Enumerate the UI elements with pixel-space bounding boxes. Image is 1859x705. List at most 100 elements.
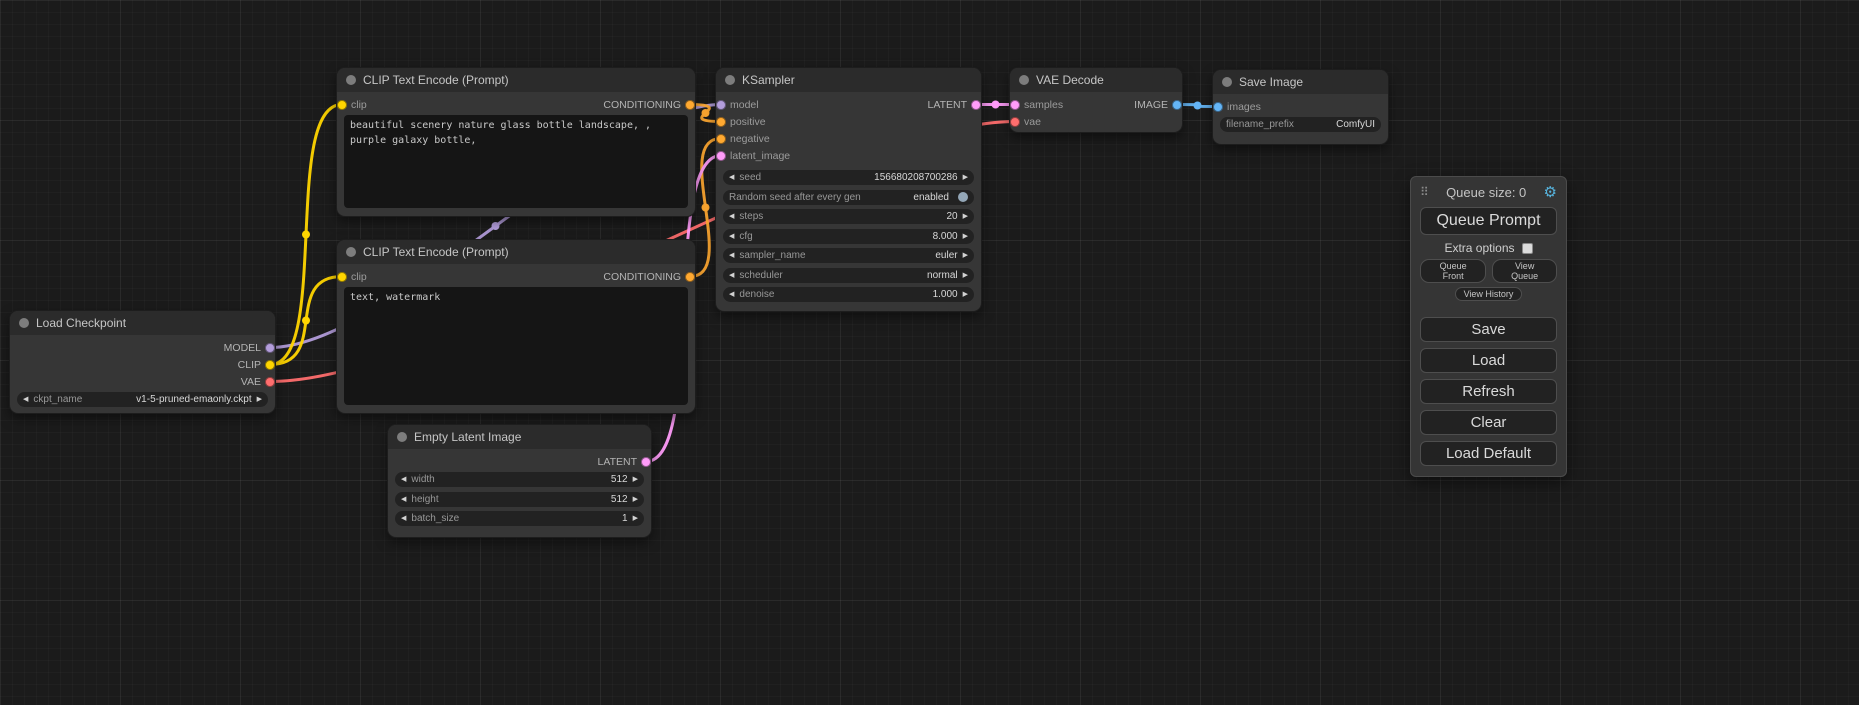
cfg-widget[interactable]: ◀ cfg 8.000 ▶ <box>723 229 974 244</box>
scheduler-widget[interactable]: ◀ scheduler normal ▶ <box>723 268 974 283</box>
node-save-image[interactable]: Save Image images filename_prefix ComfyU… <box>1213 70 1388 144</box>
clip-input-dot[interactable] <box>337 100 347 110</box>
clip-output-dot[interactable] <box>265 360 275 370</box>
view-history-button[interactable]: View History <box>1455 287 1523 301</box>
node-title-bar[interactable]: KSampler <box>716 68 981 92</box>
node-ksampler[interactable]: KSampler model LATENT positive negative … <box>716 68 981 311</box>
widget-value[interactable]: 156680208700286 <box>874 172 957 183</box>
node-title-bar[interactable]: VAE Decode <box>1010 68 1182 92</box>
increment-arrow-icon[interactable]: ▶ <box>963 213 968 220</box>
widget-value[interactable]: 512 <box>611 494 628 505</box>
view-queue-button[interactable]: View Queue <box>1492 259 1557 283</box>
widget-label: steps <box>739 211 763 222</box>
model-output-dot[interactable] <box>265 343 275 353</box>
decrement-arrow-icon[interactable]: ◀ <box>401 496 406 503</box>
node-empty-latent-image[interactable]: Empty Latent Image LATENT ◀ width 512 ▶ … <box>388 425 651 537</box>
filename-prefix-widget[interactable]: filename_prefix ComfyUI <box>1220 117 1381 132</box>
queue-prompt-button[interactable]: Queue Prompt <box>1420 207 1557 235</box>
node-title-bar[interactable]: CLIP Text Encode (Prompt) <box>337 68 695 92</box>
vae-input-dot[interactable] <box>1010 117 1020 127</box>
latent-output-dot[interactable] <box>641 457 651 467</box>
latent-image-input-dot[interactable] <box>716 151 726 161</box>
increment-arrow-icon[interactable]: ▶ <box>963 252 968 259</box>
widget-value[interactable]: 1.000 <box>933 289 958 300</box>
vae-output-dot[interactable] <box>265 377 275 387</box>
widget-value[interactable]: ComfyUI <box>1336 119 1375 130</box>
node-load-checkpoint[interactable]: Load Checkpoint MODEL CLIP VAE ◀ ckpt_na… <box>10 311 275 413</box>
latent-output-dot[interactable] <box>971 100 981 110</box>
node-title-bar[interactable]: Save Image <box>1213 70 1388 94</box>
node-status-dot-icon[interactable] <box>397 432 407 442</box>
random-seed-toggle-widget[interactable]: Random seed after every gen enabled <box>723 190 974 205</box>
ckpt-name-widget[interactable]: ◀ ckpt_name v1-5-pruned-emaonly.ckpt ▶ <box>17 392 268 407</box>
images-input-dot[interactable] <box>1213 102 1223 112</box>
queue-buttons-row: Queue Front View Queue <box>1420 259 1557 283</box>
decrement-arrow-icon[interactable]: ◀ <box>729 252 734 259</box>
increment-arrow-icon[interactable]: ▶ <box>257 396 262 403</box>
widget-value[interactable]: v1-5-pruned-emaonly.ckpt <box>136 394 251 405</box>
increment-arrow-icon[interactable]: ▶ <box>633 496 638 503</box>
increment-arrow-icon[interactable]: ▶ <box>963 233 968 240</box>
refresh-button[interactable]: Refresh <box>1420 379 1557 404</box>
height-widget[interactable]: ◀ height 512 ▶ <box>395 492 644 507</box>
node-status-dot-icon[interactable] <box>346 247 356 257</box>
increment-arrow-icon[interactable]: ▶ <box>963 291 968 298</box>
widget-value[interactable]: normal <box>927 270 958 281</box>
image-output-dot[interactable] <box>1172 100 1182 110</box>
node-status-dot-icon[interactable] <box>1019 75 1029 85</box>
steps-widget[interactable]: ◀ steps 20 ▶ <box>723 209 974 224</box>
sampler-name-widget[interactable]: ◀ sampler_name euler ▶ <box>723 248 974 263</box>
clip-input-dot[interactable] <box>337 272 347 282</box>
decrement-arrow-icon[interactable]: ◀ <box>729 291 734 298</box>
positive-input-dot[interactable] <box>716 117 726 127</box>
conditioning-output-dot[interactable] <box>685 100 695 110</box>
load-button[interactable]: Load <box>1420 348 1557 373</box>
extra-options-checkbox[interactable] <box>1522 243 1533 254</box>
widget-value[interactable]: 1 <box>622 513 628 524</box>
decrement-arrow-icon[interactable]: ◀ <box>23 396 28 403</box>
negative-prompt-textarea[interactable]: text, watermark <box>344 287 688 405</box>
clear-button[interactable]: Clear <box>1420 410 1557 435</box>
node-status-dot-icon[interactable] <box>19 318 29 328</box>
widget-value[interactable]: 512 <box>611 474 628 485</box>
samples-input-dot[interactable] <box>1010 100 1020 110</box>
node-title-bar[interactable]: Empty Latent Image <box>388 425 651 449</box>
width-widget[interactable]: ◀ width 512 ▶ <box>395 472 644 487</box>
decrement-arrow-icon[interactable]: ◀ <box>401 515 406 522</box>
node-clip-text-encode-positive[interactable]: CLIP Text Encode (Prompt) clip CONDITION… <box>337 68 695 216</box>
widget-value[interactable]: 20 <box>946 211 957 222</box>
node-title-bar[interactable]: CLIP Text Encode (Prompt) <box>337 240 695 264</box>
extra-options-row: Extra options <box>1420 241 1557 255</box>
decrement-arrow-icon[interactable]: ◀ <box>729 213 734 220</box>
batch-size-widget[interactable]: ◀ batch_size 1 ▶ <box>395 511 644 526</box>
denoise-widget[interactable]: ◀ denoise 1.000 ▶ <box>723 287 974 302</box>
increment-arrow-icon[interactable]: ▶ <box>633 476 638 483</box>
decrement-arrow-icon[interactable]: ◀ <box>729 272 734 279</box>
decrement-arrow-icon[interactable]: ◀ <box>729 233 734 240</box>
node-status-dot-icon[interactable] <box>725 75 735 85</box>
negative-input-dot[interactable] <box>716 134 726 144</box>
node-clip-text-encode-negative[interactable]: CLIP Text Encode (Prompt) clip CONDITION… <box>337 240 695 413</box>
decrement-arrow-icon[interactable]: ◀ <box>401 476 406 483</box>
increment-arrow-icon[interactable]: ▶ <box>963 272 968 279</box>
settings-gear-icon[interactable]: ⚙ <box>1544 183 1557 201</box>
widget-value[interactable]: euler <box>935 250 957 261</box>
decrement-arrow-icon[interactable]: ◀ <box>729 174 734 181</box>
widget-value[interactable]: 8.000 <box>933 231 958 242</box>
positive-prompt-textarea[interactable]: beautiful scenery nature glass bottle la… <box>344 115 688 208</box>
queue-front-button[interactable]: Queue Front <box>1420 259 1486 283</box>
node-title-bar[interactable]: Load Checkpoint <box>10 311 275 335</box>
save-button[interactable]: Save <box>1420 317 1557 342</box>
model-input-dot[interactable] <box>716 100 726 110</box>
increment-arrow-icon[interactable]: ▶ <box>963 174 968 181</box>
toggle-knob-icon[interactable] <box>958 192 968 202</box>
node-vae-decode[interactable]: VAE Decode samples IMAGE vae <box>1010 68 1182 132</box>
increment-arrow-icon[interactable]: ▶ <box>633 515 638 522</box>
node-status-dot-icon[interactable] <box>1222 77 1232 87</box>
node-status-dot-icon[interactable] <box>346 75 356 85</box>
load-default-button[interactable]: Load Default <box>1420 441 1557 466</box>
conditioning-output-dot[interactable] <box>685 272 695 282</box>
seed-widget[interactable]: ◀ seed 156680208700286 ▶ <box>723 170 974 185</box>
comfyui-canvas[interactable]: { "icons": { "left_arrow": "◀", "right_a… <box>0 0 1859 705</box>
drag-handle-icon[interactable]: ⠿ <box>1420 185 1429 199</box>
